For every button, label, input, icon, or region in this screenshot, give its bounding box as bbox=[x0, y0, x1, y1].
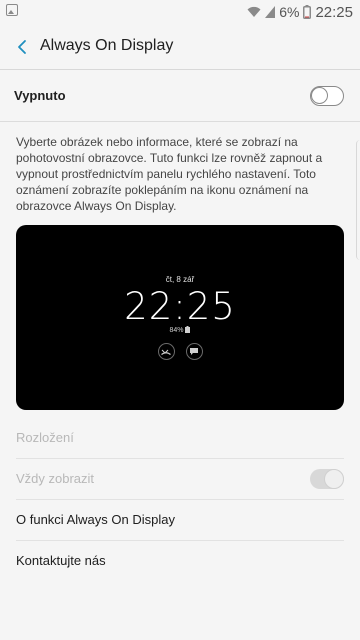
always-show-label: Vždy zobrazit bbox=[16, 471, 95, 486]
wifi-icon bbox=[247, 6, 261, 17]
missed-call-icon bbox=[157, 343, 175, 360]
aod-battery-icon bbox=[185, 326, 191, 333]
aod-preview: čt, 8 zář 22:25 84% bbox=[16, 225, 344, 410]
scroll-edge-indicator bbox=[356, 140, 360, 260]
aod-battery: 84% bbox=[16, 326, 344, 334]
feature-description: Vyberte obrázek nebo informace, které se… bbox=[16, 135, 323, 213]
gallery-notification-icon bbox=[6, 4, 18, 16]
status-clock: 22:25 bbox=[315, 3, 353, 21]
master-divider bbox=[0, 121, 360, 122]
page-title: Always On Display bbox=[40, 37, 174, 54]
master-toggle-switch[interactable] bbox=[310, 86, 344, 106]
status-indicators: 6% 22:25 bbox=[247, 2, 353, 22]
aod-notification-icons bbox=[16, 343, 344, 360]
layout-row: Rozložení bbox=[0, 418, 360, 458]
signal-icon bbox=[265, 6, 276, 18]
status-bar: 6% 22:25 bbox=[0, 0, 360, 24]
battery-percent: 6% bbox=[279, 4, 300, 20]
battery-icon bbox=[303, 5, 312, 19]
about-label[interactable]: O funkci Always On Display bbox=[16, 512, 175, 527]
master-switch-row[interactable]: Vypnuto bbox=[0, 70, 360, 122]
layout-label: Rozložení bbox=[16, 430, 74, 445]
master-switch-label: Vypnuto bbox=[14, 88, 66, 103]
about-row[interactable]: O funkci Always On Display bbox=[0, 500, 360, 540]
master-toggle-knob bbox=[311, 87, 328, 104]
always-show-row: Vždy zobrazit bbox=[0, 459, 360, 499]
message-icon bbox=[185, 343, 203, 360]
always-show-knob bbox=[324, 469, 344, 489]
app-bar: Always On Display bbox=[0, 24, 360, 70]
aod-date: čt, 8 zář bbox=[165, 275, 195, 284]
aod-time: 22:25 bbox=[124, 285, 236, 328]
back-arrow-icon[interactable] bbox=[12, 36, 34, 58]
contact-label[interactable]: Kontaktujte nás bbox=[16, 553, 106, 568]
aod-battery-percent: 84% bbox=[169, 327, 184, 334]
contact-row[interactable]: Kontaktujte nás bbox=[0, 541, 360, 581]
always-show-toggle bbox=[310, 469, 344, 489]
